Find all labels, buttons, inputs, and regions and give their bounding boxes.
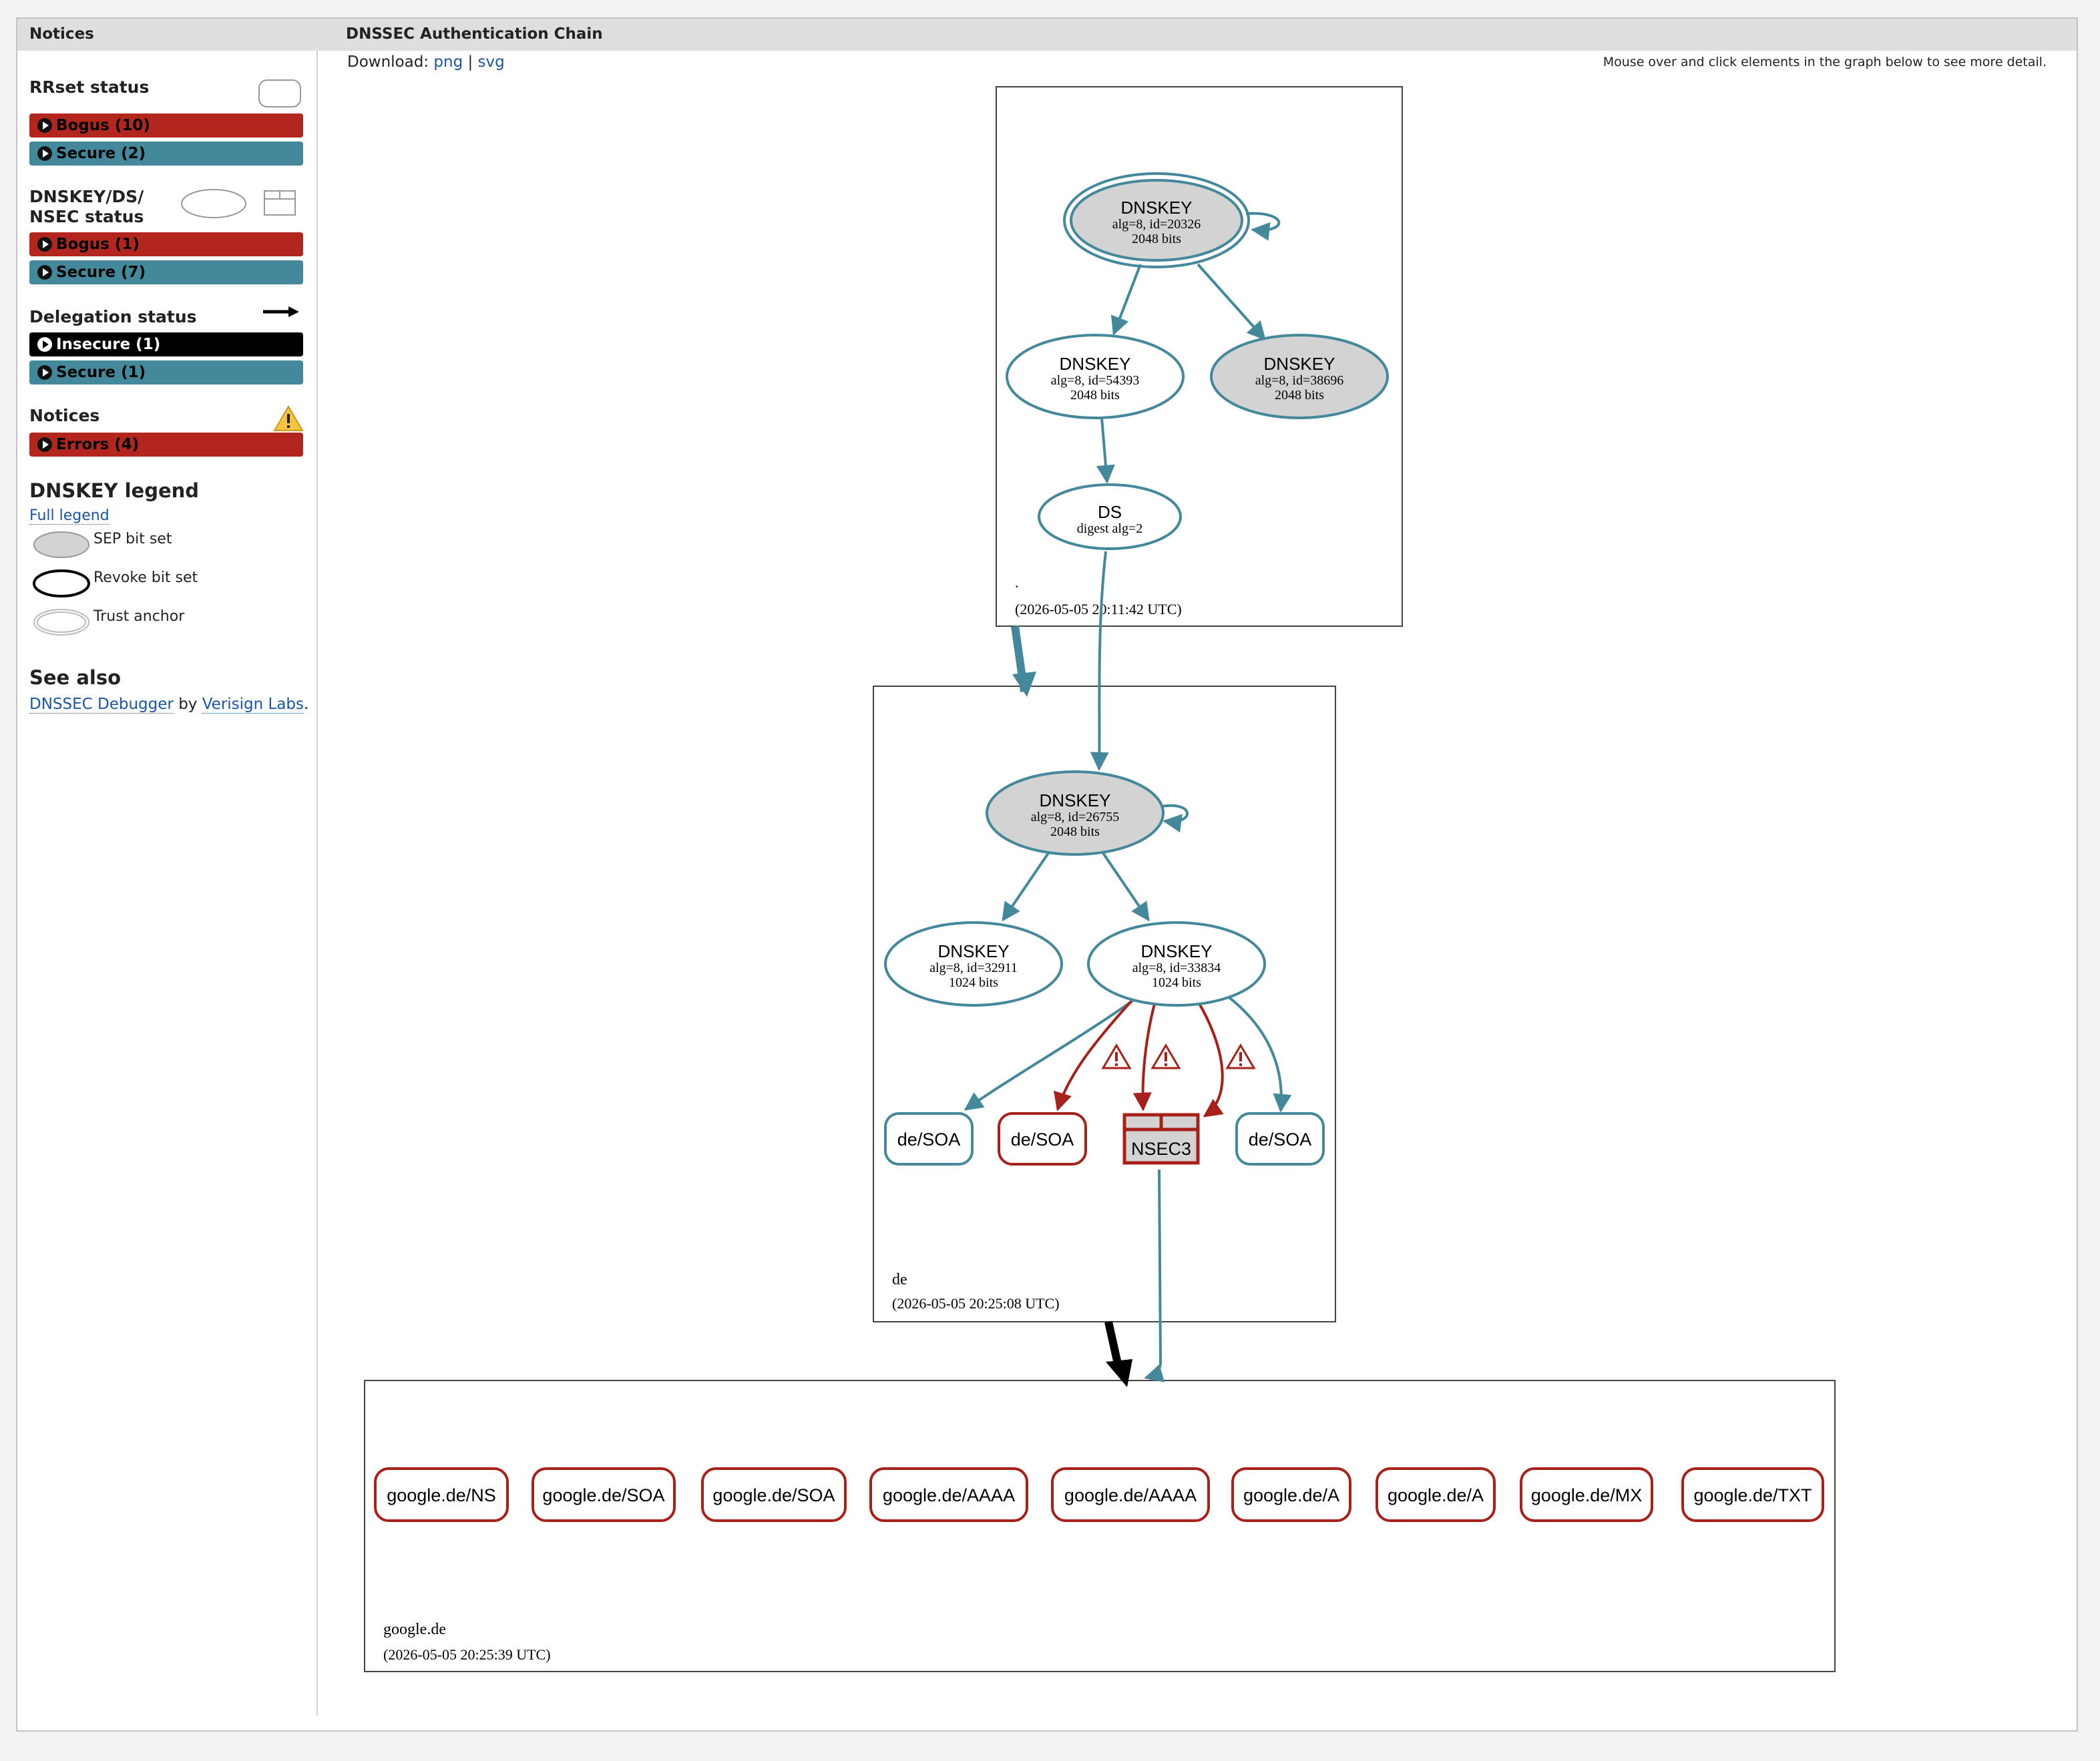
root-ksk-node[interactable]: DNSKEY alg=8, id=20326 2048 bits [1063,172,1250,268]
root-zsk-node[interactable]: DNSKEY alg=8, id=54393 2048 bits [1006,334,1185,419]
zone-root-time: (2026-05-05 20:11:42 UTC) [1015,601,1182,617]
rrset-label: google.de/SOA [542,1485,664,1505]
rrset-label: google.de/TXT [1693,1485,1812,1505]
rrset-label: google.de/AAAA [883,1485,1015,1505]
google-rrset-node[interactable]: google.de/TXT [1681,1467,1824,1522]
de-zsk2-node[interactable]: DNSKEY alg=8, id=33834 1024 bits [1087,921,1266,1007]
svg-text:de/SOA: de/SOA [897,1129,961,1150]
rrset-label: google.de/A [1243,1485,1339,1505]
node-alg: alg=8, id=32911 [929,961,1018,975]
node-title: DNSKEY [1121,198,1193,218]
node-alg: alg=8, id=54393 [1051,373,1140,388]
google-rrset-node[interactable]: google.de/NS [374,1467,509,1522]
node-bits: 2048 bits [1050,824,1100,839]
rrset-label: google.de/MX [1531,1485,1643,1505]
de-ksk-node[interactable]: DNSKEY alg=8, id=26755 2048 bits [986,770,1165,856]
zone-google-time: (2026-05-05 20:25:39 UTC) [383,1646,551,1663]
zone-root-label: . [1015,574,1019,591]
google-rrset-row: google.de/NS google.de/SOA google.de/SOA go… [374,1467,1824,1522]
de-nsec3-node[interactable]: NSEC3 [1122,1113,1200,1165]
root-key3-node[interactable]: DNSKEY alg=8, id=38696 2048 bits [1210,334,1389,419]
zone-google-box [364,1380,1836,1672]
node-bits: 2048 bits [1070,388,1120,403]
google-rrset-node[interactable]: google.de/A [1231,1467,1351,1522]
rrset-label: google.de/SOA [712,1485,835,1505]
rrset-label: google.de/AAAA [1064,1485,1197,1505]
svg-text:de/SOA: de/SOA [1011,1129,1074,1150]
rrset-label: google.de/A [1388,1485,1484,1505]
node-alg: alg=8, id=20326 [1112,217,1201,232]
zone-google-label: google.de [383,1621,446,1638]
svg-text:de/SOA: de/SOA [1249,1129,1312,1150]
node-bits: 2048 bits [1132,232,1181,246]
de-soa-node[interactable]: de/SOA [998,1112,1087,1166]
node-title: DS [1098,502,1122,522]
zone-de-label: de [892,1271,907,1288]
node-bits: 1024 bits [949,975,998,990]
google-rrset-node[interactable]: google.de/SOA [701,1467,847,1522]
root-ds-node[interactable]: DS digest alg=2 [1038,483,1182,550]
google-rrset-node[interactable]: google.de/MX [1520,1467,1653,1522]
node-title: DNSKEY [1040,790,1111,810]
rrset-label: google.de/NS [387,1485,496,1505]
google-rrset-node[interactable]: google.de/A [1376,1467,1496,1522]
google-rrset-node[interactable]: google.de/AAAA [1051,1467,1210,1522]
node-alg: alg=8, id=38696 [1255,373,1344,388]
de-soa-node[interactable]: de/SOA [1235,1112,1325,1166]
auth-chain-graph: . (2026-05-05 20:11:42 UTC) de (2026-05-… [364,86,1836,1672]
de-soa-node[interactable]: de/SOA [884,1112,974,1166]
google-rrset-node[interactable]: google.de/AAAA [869,1467,1028,1522]
node-title: DNSKEY [938,941,1010,961]
node-alg: alg=8, id=26755 [1031,810,1120,824]
de-zsk1-node[interactable]: DNSKEY alg=8, id=32911 1024 bits [884,921,1063,1007]
node-alg: alg=8, id=33834 [1132,961,1221,975]
node-title: DNSKEY [1141,941,1213,961]
node-bits: 1024 bits [1152,975,1201,990]
node-title: DNSKEY [1264,354,1335,374]
google-rrset-node[interactable]: google.de/SOA [532,1467,676,1522]
node-bits: 2048 bits [1275,388,1324,403]
zone-de-time: (2026-05-05 20:25:08 UTC) [892,1295,1060,1312]
svg-text:NSEC3: NSEC3 [1131,1139,1191,1159]
node-detail: digest alg=2 [1077,521,1143,536]
node-title: DNSKEY [1060,354,1131,374]
